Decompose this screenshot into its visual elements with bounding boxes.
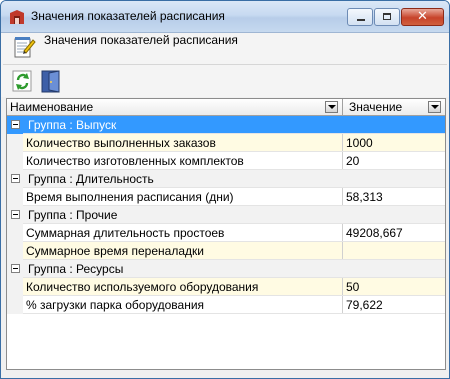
refresh-icon[interactable] xyxy=(12,69,34,93)
row-gutter xyxy=(7,278,23,296)
indicator-value: 49208,667 xyxy=(346,226,403,240)
exit-door-icon[interactable] xyxy=(40,69,62,93)
app-logo-icon xyxy=(10,10,24,24)
window-title: Значения показателей расписания xyxy=(31,9,225,23)
indicator-name: Количество изготовленных комплектов xyxy=(26,154,244,168)
column-value-label: Значение xyxy=(349,100,403,114)
header-title: Значения показателей расписания xyxy=(44,33,238,47)
group-label: Группа : Выпуск xyxy=(28,118,117,132)
group-row-duration[interactable]: Группа : Длительность xyxy=(7,170,445,188)
column-name-label: Наименование xyxy=(10,100,94,114)
indicator-name: Количество выполненных заказов xyxy=(26,136,216,150)
table-row[interactable]: Количество выполненных заказов 1000 xyxy=(7,134,445,152)
group-label: Группа : Прочие xyxy=(28,208,118,222)
maximize-button[interactable] xyxy=(374,8,400,26)
table-row[interactable]: Время выполнения расписания (дни) 58,313 xyxy=(7,188,445,206)
group-row-resources[interactable]: Группа : Ресурсы xyxy=(7,260,445,278)
column-header-value[interactable]: Значение xyxy=(343,99,445,116)
title-bar[interactable]: Значения показателей расписания ✕ xyxy=(1,1,449,33)
indicator-name: Суммарная длительность простоев xyxy=(26,226,225,240)
chevron-down-icon[interactable] xyxy=(428,101,441,113)
table-row[interactable]: Суммарная длительность простоев 49208,66… xyxy=(7,224,445,242)
indicator-value: 50 xyxy=(346,280,360,294)
collapse-icon[interactable] xyxy=(11,174,20,183)
indicator-name: % загрузки парка оборудования xyxy=(26,298,205,312)
row-gutter xyxy=(7,188,23,206)
indicator-name: Время выполнения расписания (дни) xyxy=(26,190,234,204)
notepad-pencil-icon xyxy=(14,37,36,58)
value-cell[interactable] xyxy=(343,242,445,259)
table-row[interactable]: Суммарное время переналадки xyxy=(7,242,445,260)
indicator-name: Количество используемого оборудования xyxy=(26,280,259,294)
row-gutter xyxy=(7,152,23,170)
indicators-grid: Наименование Значение Группа : Выпуск Ко… xyxy=(6,98,446,370)
indicator-value: 20 xyxy=(346,154,360,168)
toolbar xyxy=(1,65,449,97)
table-row[interactable]: Количество изготовленных комплектов 20 xyxy=(7,152,445,170)
close-icon: ✕ xyxy=(417,9,428,24)
minimize-button[interactable] xyxy=(347,8,373,26)
chevron-down-icon[interactable] xyxy=(325,101,338,113)
table-row[interactable]: % загрузки парка оборудования 79,622 xyxy=(7,296,445,314)
collapse-icon[interactable] xyxy=(11,264,20,273)
indicator-name: Суммарное время переналадки xyxy=(26,244,204,258)
app-window: Значения показателей расписания ✕ Значен… xyxy=(0,0,450,379)
indicator-value: 58,313 xyxy=(346,190,383,204)
group-label: Группа : Длительность xyxy=(28,172,154,186)
collapse-icon[interactable] xyxy=(11,210,20,219)
indicator-value: 79,622 xyxy=(346,298,383,312)
column-header-name[interactable]: Наименование xyxy=(7,99,343,116)
group-row-other[interactable]: Группа : Прочие xyxy=(7,206,445,224)
indicator-value: 1000 xyxy=(346,136,373,150)
group-row-output[interactable]: Группа : Выпуск xyxy=(7,116,445,134)
row-gutter xyxy=(7,242,23,260)
close-button[interactable]: ✕ xyxy=(401,8,444,26)
row-gutter xyxy=(7,134,23,152)
row-gutter xyxy=(7,224,23,242)
minimize-icon xyxy=(357,19,365,21)
group-label: Группа : Ресурсы xyxy=(28,262,124,276)
collapse-icon[interactable] xyxy=(11,120,20,129)
maximize-icon xyxy=(383,13,391,20)
table-row[interactable]: Количество используемого оборудования 50 xyxy=(7,278,445,296)
row-gutter xyxy=(7,296,23,314)
